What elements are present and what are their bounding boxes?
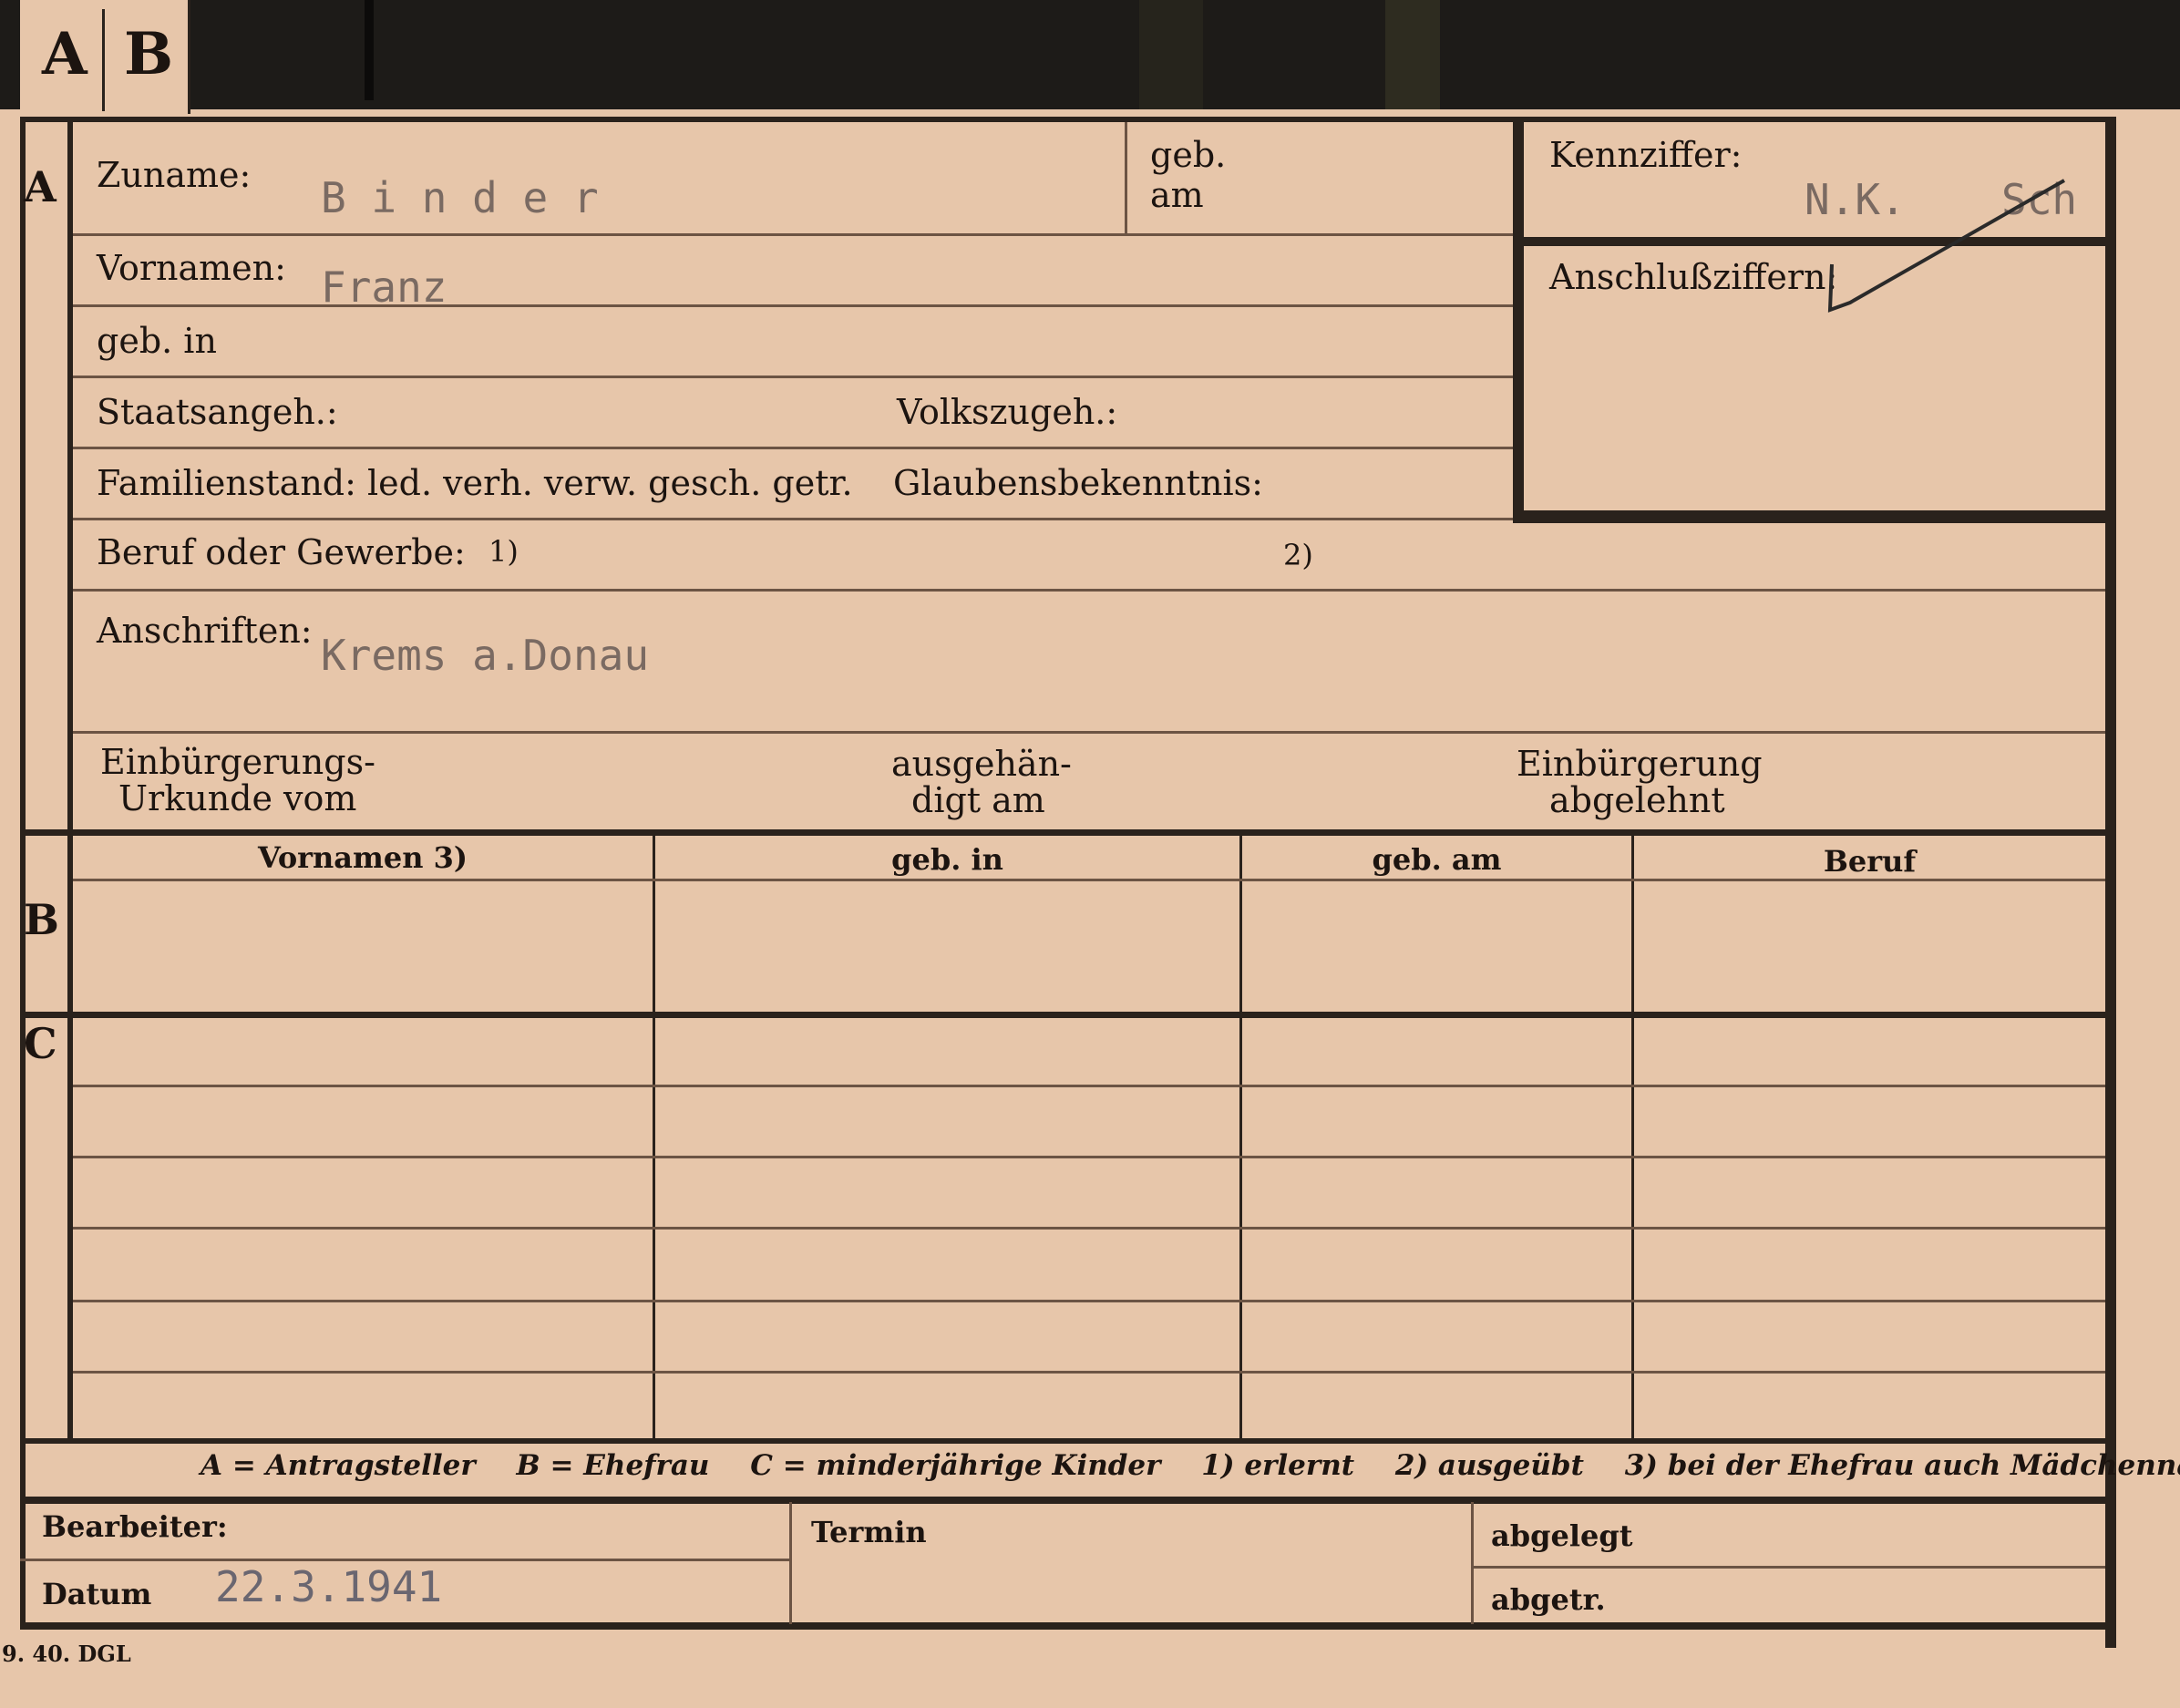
legend-a: A = Antragsteller	[201, 1449, 476, 1482]
vornamen-value: Franz	[321, 262, 447, 312]
geb-am-label-2: am	[1150, 175, 1204, 215]
vornamen-label: Vornamen:	[97, 248, 286, 288]
table-header-geb-in: geb. in	[891, 842, 1003, 877]
ausgehaendigt-label-2: digt am	[911, 780, 1045, 820]
einbuergerungs-urkunde-label-1: Einbürgerungs-	[100, 742, 375, 782]
glaubensbekenntnis-label: Glaubensbekenntnis:	[893, 463, 1263, 503]
table-row-line	[73, 1227, 2105, 1230]
background-strip	[1385, 0, 1440, 109]
card-tab: A B	[20, 0, 190, 114]
table-column-line	[653, 833, 655, 1439]
row-line	[73, 518, 1513, 520]
kennziffer-box-bottom	[1513, 510, 2107, 523]
frame-top	[20, 117, 2116, 122]
frame-right	[2105, 117, 2116, 1648]
kennziffer-label: Kennziffer:	[1549, 135, 1743, 175]
section-b-bottom	[20, 1012, 2107, 1018]
legend-c: C = minderjährige Kinder	[750, 1449, 1161, 1482]
legend-note-1: 1) erlernt	[1201, 1449, 1355, 1482]
section-a-bottom	[20, 829, 2107, 836]
abgelegt-label: abgelegt	[1491, 1518, 1633, 1553]
row-line	[73, 731, 2105, 734]
table-header-line	[73, 879, 2105, 881]
termin-label: Termin	[811, 1515, 927, 1549]
table-row-line	[73, 1085, 2105, 1087]
beruf-note-1: 1)	[488, 534, 519, 569]
kennziffer-box-left	[1513, 122, 1524, 521]
section-c-letter: C	[24, 1019, 57, 1068]
legend-b: B = Ehefrau	[516, 1449, 710, 1482]
beruf-label: Beruf oder Gewerbe:	[97, 532, 466, 572]
table-column-line	[1239, 833, 1242, 1439]
ausgehaendigt-label-1: ausgehän-	[891, 744, 1072, 784]
table-header-geb-am: geb. am	[1372, 842, 1502, 877]
bottom-row-line	[1474, 1566, 2105, 1569]
tab-letter-a: A	[42, 20, 87, 88]
row-line	[73, 589, 2105, 592]
legend: A = Antragsteller B = Ehefrau C = minder…	[201, 1449, 2180, 1482]
geb-am-divider	[1125, 122, 1127, 233]
datum-value: 22.3.1941	[215, 1562, 443, 1611]
row-line	[73, 447, 1513, 449]
checkmark-icon	[1827, 179, 2065, 313]
anschlussziffern-label: Anschlußziffern:	[1549, 257, 1838, 297]
table-column-line	[1631, 833, 1634, 1439]
zuname-label: Zuname:	[97, 155, 252, 195]
volkszugeh-label: Volkszugeh.:	[897, 392, 1118, 432]
geb-am-label-1: geb.	[1150, 135, 1227, 175]
beruf-note-2: 2)	[1283, 538, 1313, 572]
frame-bottom	[20, 1622, 2116, 1630]
abgetragen-label: abgetr.	[1491, 1582, 1606, 1617]
table-header-beruf: Beruf	[1823, 844, 1917, 879]
einbuergerung-abgelehnt-label-2: abgelehnt	[1549, 780, 1725, 820]
table-row-line	[73, 1156, 2105, 1158]
section-column-line	[67, 117, 73, 1438]
tab-divider	[102, 9, 105, 111]
section-b-letter: B	[24, 895, 59, 944]
table-bottom	[20, 1438, 2107, 1444]
legend-note-2: 2) ausgeübt	[1394, 1449, 1584, 1482]
table-header-vornamen: Vornamen 3)	[257, 840, 468, 875]
anschriften-label: Anschriften:	[97, 611, 313, 651]
bottom-divider	[1471, 1502, 1474, 1624]
bearbeiter-label: Bearbeiter:	[42, 1509, 228, 1544]
einbuergerungs-urkunde-label-2: Urkunde vom	[118, 778, 357, 818]
legend-bottom	[20, 1497, 2107, 1504]
row-line	[73, 376, 1513, 378]
einbuergerung-abgelehnt-label-1: Einbürgerung	[1517, 744, 1763, 784]
background-strip	[1139, 0, 1203, 109]
familienstand-label: Familienstand: led. verh. verw. gesch. g…	[97, 463, 853, 503]
geb-in-label: geb. in	[97, 321, 217, 361]
tab-letter-b: B	[124, 20, 174, 88]
legend-note-3: 3) bei der Ehefrau auch Mädchenname	[1624, 1449, 2180, 1482]
table-row-line	[73, 1300, 2105, 1302]
bottom-row-line	[20, 1559, 789, 1561]
row-line	[73, 233, 1517, 236]
background-strip	[365, 0, 374, 100]
datum-label: Datum	[42, 1577, 152, 1611]
section-a-letter: A	[24, 162, 57, 211]
print-code: 9. 40. DGL	[2, 1641, 131, 1667]
staatsangeh-label: Staatsangeh.:	[97, 392, 338, 432]
row-line	[73, 304, 1513, 307]
anschriften-value: Krems a.Donau	[321, 631, 650, 680]
frame-left	[20, 117, 26, 1622]
bottom-divider	[789, 1502, 792, 1624]
zuname-value: B i n d e r	[321, 173, 599, 222]
table-row-line	[73, 1371, 2105, 1374]
